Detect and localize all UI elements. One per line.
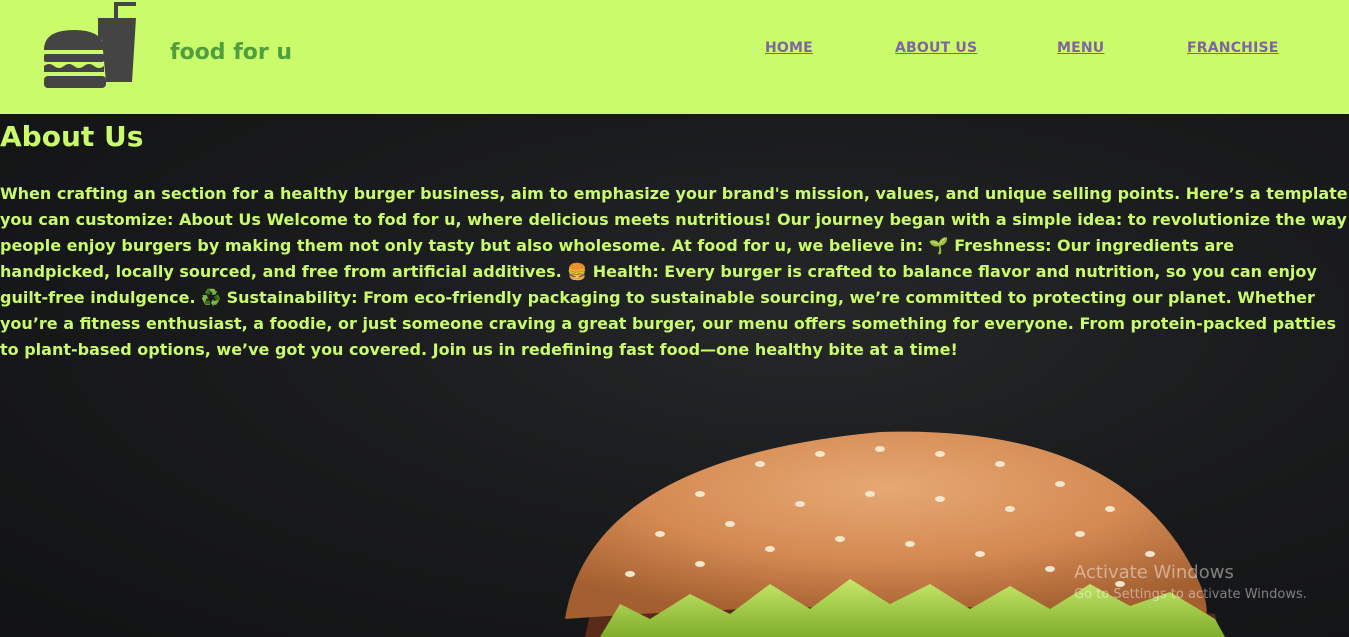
brand-name[interactable]: food for u	[170, 40, 292, 65]
activate-windows-title: Activate Windows	[1074, 562, 1234, 583]
site-header: food for u HOME ABOUT US MENU FRANCHISE	[0, 0, 1349, 114]
activate-windows-watermark: Activate Windows Go to Settings to activ…	[1074, 562, 1307, 606]
about-body: When crafting an section for a healthy b…	[0, 184, 1348, 359]
burger-and-drink-icon[interactable]	[40, 0, 140, 96]
activate-windows-subtitle: Go to Settings to activate Windows.	[1074, 587, 1307, 602]
about-title: About Us	[0, 120, 144, 153]
nav-about-us[interactable]: ABOUT US	[895, 40, 977, 56]
nav-franchise[interactable]: FRANCHISE	[1187, 40, 1279, 56]
nav-menu[interactable]: MENU	[1057, 40, 1104, 56]
nav-home[interactable]: HOME	[765, 40, 813, 56]
